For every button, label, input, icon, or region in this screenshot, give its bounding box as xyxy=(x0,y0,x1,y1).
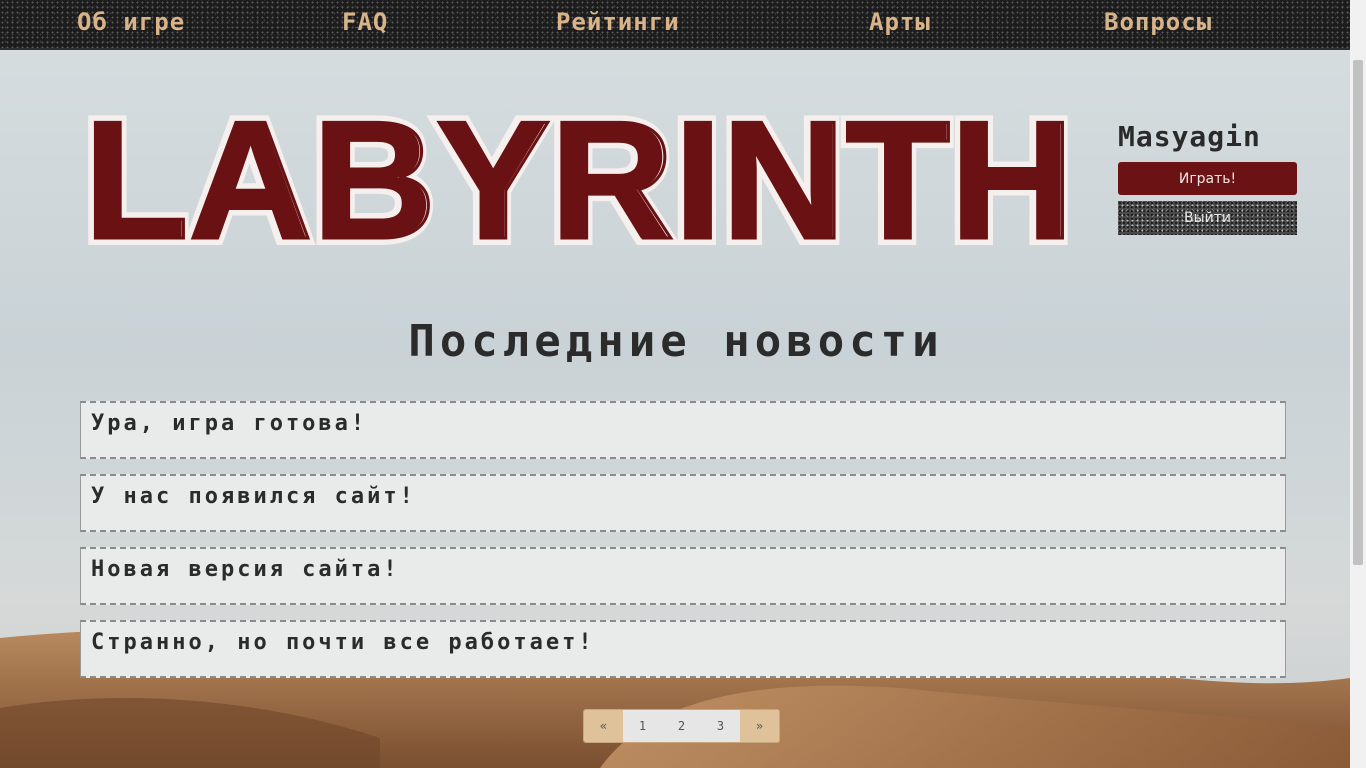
pagination-page-3[interactable]: 3 xyxy=(701,710,740,742)
nav-arts[interactable]: Арты xyxy=(869,8,931,36)
logout-button[interactable]: Выйти xyxy=(1118,201,1297,235)
news-list: Ура, игра готова! У нас появился сайт! Н… xyxy=(80,401,1286,693)
page-scrollbar[interactable] xyxy=(1350,0,1366,768)
pagination-page-2[interactable]: 2 xyxy=(662,710,701,742)
news-item[interactable]: Странно, но почти все работает! xyxy=(80,620,1286,678)
top-navigation: Об игре FAQ Рейтинги Арты Вопросы xyxy=(0,0,1352,50)
news-item[interactable]: У нас появился сайт! xyxy=(80,474,1286,532)
nav-faq[interactable]: FAQ xyxy=(342,8,388,36)
svg-text:LABYRINTH: LABYRINTH xyxy=(84,104,1074,256)
play-button[interactable]: Играть! xyxy=(1118,162,1297,195)
nav-questions[interactable]: Вопросы xyxy=(1104,8,1212,36)
nav-ratings[interactable]: Рейтинги xyxy=(556,8,680,36)
pagination: « 1 2 3 » xyxy=(583,709,780,743)
news-item-title: У нас появился сайт! xyxy=(91,484,416,509)
news-heading: Последние новости xyxy=(408,316,944,367)
pagination-next[interactable]: » xyxy=(740,710,779,742)
nav-about[interactable]: Об игре xyxy=(77,8,185,36)
scrollbar-thumb[interactable] xyxy=(1353,60,1363,565)
pagination-page-1[interactable]: 1 xyxy=(623,710,662,742)
news-item-title: Странно, но почти все работает! xyxy=(91,630,595,655)
username: Masyagin xyxy=(1118,120,1261,153)
pagination-prev[interactable]: « xyxy=(584,710,623,742)
news-item[interactable]: Ура, игра готова! xyxy=(80,401,1286,459)
news-item[interactable]: Новая версия сайта! xyxy=(80,547,1286,605)
site-logo: LABYRINTH LABYRINTH xyxy=(74,79,1084,281)
news-item-title: Новая версия сайта! xyxy=(91,557,400,582)
news-item-title: Ура, игра готова! xyxy=(91,411,368,436)
